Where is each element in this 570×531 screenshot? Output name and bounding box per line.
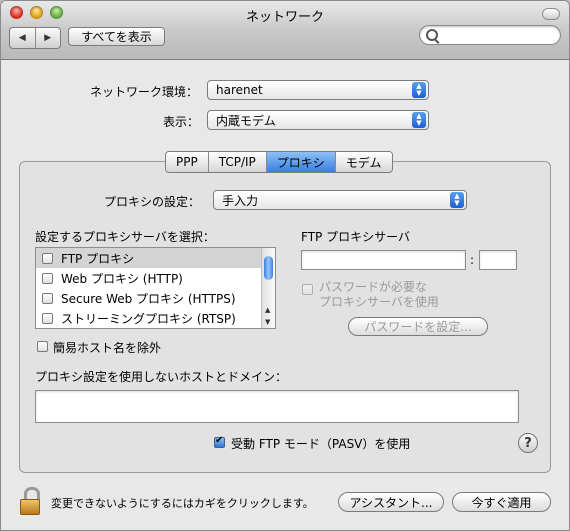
server-list-heading: 設定するプロキシサーバを選択： [35, 230, 215, 244]
search-field[interactable] [419, 25, 561, 45]
list-item-label: FTP プロキシ [61, 251, 135, 266]
ftp-server-host-field[interactable] [301, 250, 466, 270]
popup-arrows-icon: ▲ ▼ [412, 112, 426, 128]
list-item[interactable]: Secure Web プロキシ (HTTPS) [36, 288, 275, 308]
popup-arrows-icon: ▲ ▼ [412, 82, 426, 98]
back-arrow-icon[interactable]: ◀ [10, 28, 35, 48]
title-bar: ネットワーク ◀ ▶ すべてを表示 [1, 1, 569, 60]
location-label: ネットワーク環境： [90, 85, 199, 99]
lock-text: 変更できないようにするにはカギをクリックします。 [51, 497, 314, 510]
list-item-label: ストリーミングプロキシ (RTSP) [61, 311, 236, 326]
scroll-thumb[interactable] [264, 256, 273, 280]
lock-icon[interactable] [19, 487, 41, 515]
list-item-label: Web プロキシ (HTTP) [61, 271, 183, 286]
proxy-setting-label: プロキシの設定： [104, 195, 201, 209]
web-proxy-checkbox[interactable] [42, 272, 53, 284]
proxy-setting-value: 手入力 [222, 193, 259, 208]
ftp-proxy-checkbox[interactable] [42, 252, 53, 264]
search-icon [426, 29, 438, 41]
tab-bar: PPP TCP/IP プロキシ モデム [165, 151, 393, 173]
assistant-button[interactable]: アシスタント... [338, 492, 444, 512]
scroll-down-arrow-icon[interactable]: ▼ [265, 318, 270, 326]
ftp-server-port-field[interactable] [479, 250, 517, 270]
ftp-server-heading: FTP プロキシサーバ [301, 230, 410, 244]
forward-arrow-icon[interactable]: ▶ [34, 28, 61, 48]
popup-arrows-icon: ▲ ▼ [450, 192, 464, 208]
apply-now-button[interactable]: 今すぐ適用 [452, 492, 551, 512]
show-all-button[interactable]: すべてを表示 [68, 27, 165, 46]
exclude-simple-hosts-label: 簡易ホスト名を除外 [53, 341, 162, 355]
tab-ppp[interactable]: PPP [166, 152, 208, 172]
help-button[interactable]: ? [518, 433, 538, 453]
location-popup[interactable]: harenet ▲ ▼ [207, 80, 429, 100]
scroll-up-arrow-icon[interactable]: ▲ [265, 306, 270, 314]
bypass-hosts-field[interactable] [35, 390, 519, 423]
list-item-label: Secure Web プロキシ (HTTPS) [61, 291, 236, 306]
network-preferences-window: ネットワーク ◀ ▶ すべてを表示 ネットワーク環境： harenet ▲ ▼ 表… [0, 0, 570, 531]
back-forward-control: ◀ ▶ [9, 27, 61, 49]
password-required-checkbox[interactable] [302, 284, 313, 295]
show-popup[interactable]: 内蔵モデム ▲ ▼ [207, 110, 429, 130]
exclude-simple-hosts-checkbox[interactable] [37, 341, 48, 352]
show-value: 内蔵モデム [216, 113, 276, 128]
list-item[interactable]: Web プロキシ (HTTP) [36, 268, 275, 288]
port-separator: : [470, 253, 475, 267]
list-item[interactable]: ストリーミングプロキシ (RTSP) [36, 308, 275, 328]
location-value: harenet [216, 83, 263, 97]
set-password-button[interactable]: パスワードを設定... [348, 317, 488, 336]
show-label: 表示： [163, 115, 200, 129]
passive-ftp-checkbox[interactable] [214, 435, 225, 448]
proxy-server-list[interactable]: FTP プロキシ Web プロキシ (HTTP) Secure Web プロキシ… [35, 247, 276, 329]
passive-ftp-label: 受動 FTP モード（PASV）を使用 [231, 437, 411, 451]
streaming-proxy-checkbox[interactable] [42, 312, 53, 324]
tab-tcpip[interactable]: TCP/IP [207, 152, 266, 172]
list-item[interactable]: FTP プロキシ [36, 248, 275, 268]
toolbar-toggle-button[interactable] [542, 8, 560, 20]
proxy-setting-popup[interactable]: 手入力 ▲ ▼ [213, 190, 467, 210]
password-required-label: パスワードが必要な プロキシサーバを使用 [319, 280, 439, 309]
bypass-label: プロキシ設定を使用しないホストとドメイン： [35, 370, 288, 384]
list-scrollbar[interactable]: ▲ ▼ [261, 248, 275, 328]
tab-proxy[interactable]: プロキシ [265, 152, 335, 172]
window-title: ネットワーク [245, 10, 324, 25]
secure-web-proxy-checkbox[interactable] [42, 292, 53, 304]
tab-modem[interactable]: モデム [334, 152, 392, 172]
